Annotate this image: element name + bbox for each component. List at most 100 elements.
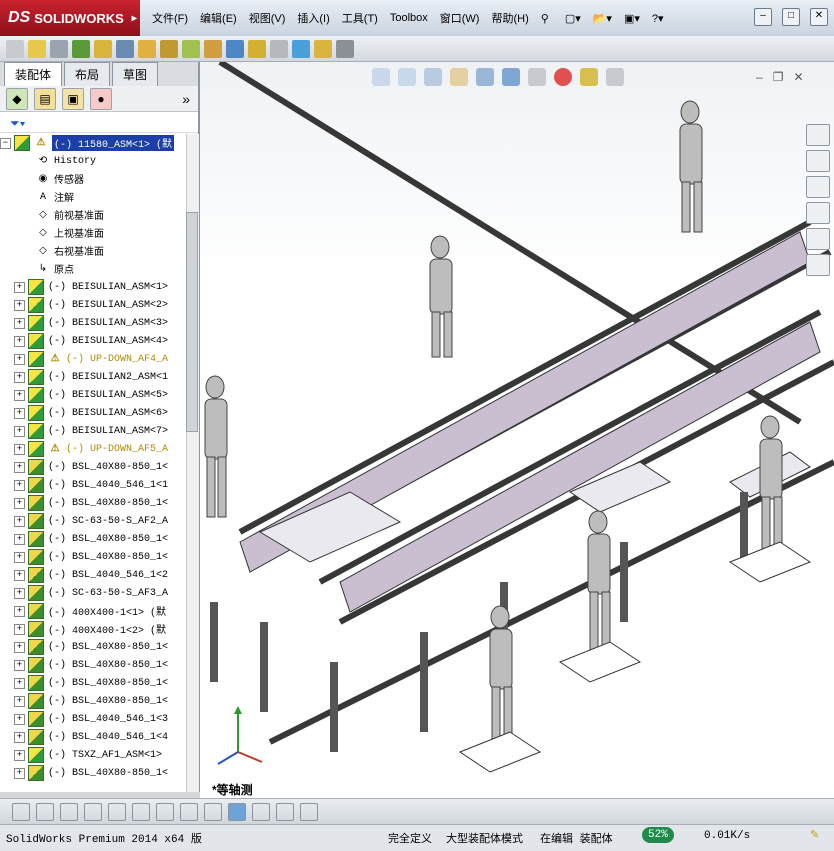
zoom-to-area-icon[interactable] — [398, 68, 416, 86]
configuration-manager-icon[interactable]: ▣ — [62, 87, 84, 110]
expand-icon[interactable]: + — [14, 515, 25, 527]
assembly-features-icon[interactable] — [160, 39, 178, 58]
expand-icon[interactable]: + — [14, 281, 25, 293]
menu-insert[interactable]: 插入(I) — [291, 10, 335, 26]
expand-icon[interactable]: + — [14, 317, 25, 329]
close-button[interactable]: ✕ — [810, 8, 828, 26]
save-icon[interactable]: ▣▾ — [618, 12, 646, 25]
pin-icon[interactable]: ⚲ — [535, 12, 555, 25]
tree-item[interactable]: + (-) BSL_40X80-850_1< — [0, 458, 186, 476]
tree-item[interactable]: + (-) BSL_40X80-850_1< — [0, 674, 186, 692]
exploded-view-icon[interactable] — [248, 39, 266, 58]
view-settings-icon[interactable] — [606, 68, 624, 86]
four-view-icon[interactable] — [300, 802, 318, 821]
menu-tools[interactable]: 工具(T) — [336, 10, 384, 26]
menu-help[interactable]: 帮助(H) — [485, 10, 534, 26]
expand-icon[interactable]: + — [14, 677, 25, 689]
view-palette-icon[interactable] — [806, 202, 830, 224]
show-hidden-icon[interactable] — [138, 39, 156, 58]
tree-item[interactable]: + ⚠ (-) UP-DOWN_AF5_A — [0, 440, 186, 458]
tree-item[interactable]: + (-) BSL_40X80-850_1< — [0, 764, 186, 782]
reference-geometry-icon[interactable] — [182, 39, 200, 58]
edit-appearance-icon[interactable] — [554, 68, 572, 86]
tree-item[interactable]: + (-) BEISULIAN_ASM<6> — [0, 404, 186, 422]
tree-root[interactable]: − ⚠ (-) 11580_ASM<1> (默 — [0, 134, 186, 152]
instant3d-icon[interactable] — [292, 39, 310, 58]
expand-icon[interactable]: + — [14, 299, 25, 311]
expand-panel-icon[interactable]: » — [182, 91, 190, 107]
dimension-icon[interactable] — [180, 802, 198, 821]
property-manager-icon[interactable]: ▤ — [34, 87, 56, 110]
minimize-button[interactable]: – — [754, 8, 772, 26]
expand-icon[interactable]: + — [14, 569, 25, 581]
tree-item[interactable]: + (-) BEISULIAN_ASM<7> — [0, 422, 186, 440]
tree-item[interactable]: + (-) TSXZ_AF1_ASM<1> — [0, 746, 186, 764]
tree-item[interactable]: + (-) BEISULIAN_ASM<1> — [0, 278, 186, 296]
edit-component-icon[interactable] — [6, 39, 24, 58]
apply-scene-icon[interactable] — [580, 68, 598, 86]
filter-faces-icon[interactable] — [132, 802, 150, 821]
tree-item[interactable]: + (-) 400X400-1<2> (默 — [0, 620, 186, 638]
single-view-icon[interactable] — [252, 802, 270, 821]
tree-item[interactable]: ◇ 上视基准面 — [0, 224, 186, 242]
insert-component-icon[interactable] — [28, 39, 46, 58]
viewport-minimize-icon[interactable]: – — [756, 70, 763, 84]
restore-button[interactable]: □ — [782, 8, 800, 26]
expand-icon[interactable]: + — [14, 497, 25, 509]
new-document-icon[interactable]: ▢▾ — [559, 12, 587, 25]
expand-icon[interactable]: + — [14, 353, 25, 365]
tree-item[interactable]: + (-) BEISULIAN_ASM<4> — [0, 332, 186, 350]
expand-icon[interactable]: + — [14, 443, 25, 455]
menu-window[interactable]: 窗口(W) — [434, 10, 486, 26]
collapse-icon[interactable]: − — [0, 137, 11, 149]
menu-edit[interactable]: 编辑(E) — [194, 10, 243, 26]
explode-line-icon[interactable] — [270, 39, 288, 58]
expand-icon[interactable]: + — [14, 461, 25, 473]
expand-icon[interactable]: + — [14, 335, 25, 347]
custom-properties-icon[interactable] — [806, 254, 830, 276]
tree-item[interactable]: + (-) BSL_40X80-850_1< — [0, 494, 186, 512]
expand-icon[interactable]: + — [14, 713, 25, 725]
tree-item[interactable]: ◉ 传感器 — [0, 170, 186, 188]
expand-icon[interactable]: + — [14, 659, 25, 671]
tree-item[interactable]: + (-) BSL_4040_546_1<1 — [0, 476, 186, 494]
solidworks-logo[interactable]: DS SOLIDWORKS ▸ — [0, 0, 140, 36]
expand-icon[interactable]: + — [14, 551, 25, 563]
solidworks-resources-icon[interactable] — [806, 124, 830, 146]
select-icon[interactable] — [12, 802, 30, 821]
expand-icon[interactable]: + — [14, 587, 25, 599]
new-motion-study-icon[interactable] — [204, 39, 222, 58]
trim-icon[interactable] — [84, 802, 102, 821]
mate-icon[interactable] — [50, 39, 68, 58]
filter-icon[interactable]: ⏷▾ — [10, 116, 25, 131]
previous-view-icon[interactable] — [424, 68, 442, 86]
expand-icon[interactable]: + — [14, 425, 25, 437]
filter-vertices-icon[interactable] — [156, 802, 174, 821]
view-cube-icon[interactable] — [228, 802, 246, 821]
expand-icon[interactable]: + — [14, 749, 25, 761]
tree-item[interactable]: + (-) BSL_40X80-850_1< — [0, 692, 186, 710]
linear-pattern-icon[interactable] — [72, 39, 90, 58]
filter-edges-icon[interactable] — [108, 802, 126, 821]
menu-toolbox[interactable]: Toolbox — [384, 12, 434, 24]
tree-item[interactable]: + (-) SC-63-50-S_AF2_A — [0, 512, 186, 530]
display-manager-icon[interactable]: ● — [90, 87, 112, 110]
circle-select-icon[interactable] — [36, 802, 54, 821]
hide-show-items-icon[interactable] — [528, 68, 546, 86]
open-folder-icon[interactable]: 📂▾ — [587, 12, 618, 25]
help-icon[interactable]: ?▾ — [646, 12, 670, 25]
viewport-close-icon[interactable]: ✕ — [793, 70, 803, 84]
tree-item[interactable]: + (-) BEISULIAN_ASM<2> — [0, 296, 186, 314]
notification-icon[interactable]: ✎ — [810, 828, 819, 842]
tree-item[interactable]: ◇ 前视基准面 — [0, 206, 186, 224]
tree-item[interactable]: + (-) BSL_40X80-850_1< — [0, 530, 186, 548]
filter-row[interactable]: ⏷▾ — [0, 114, 198, 133]
expand-icon[interactable]: + — [14, 389, 25, 401]
tree-item[interactable]: + (-) BSL_40X80-850_1< — [0, 548, 186, 566]
feature-manager-icon[interactable]: ◆ — [6, 87, 28, 110]
expand-icon[interactable]: + — [14, 605, 25, 617]
expand-icon[interactable]: + — [14, 731, 25, 743]
expand-icon[interactable]: + — [14, 371, 25, 383]
tree-item[interactable]: + (-) BSL_40X80-850_1< — [0, 656, 186, 674]
zoom-to-fit-icon[interactable] — [372, 68, 390, 86]
